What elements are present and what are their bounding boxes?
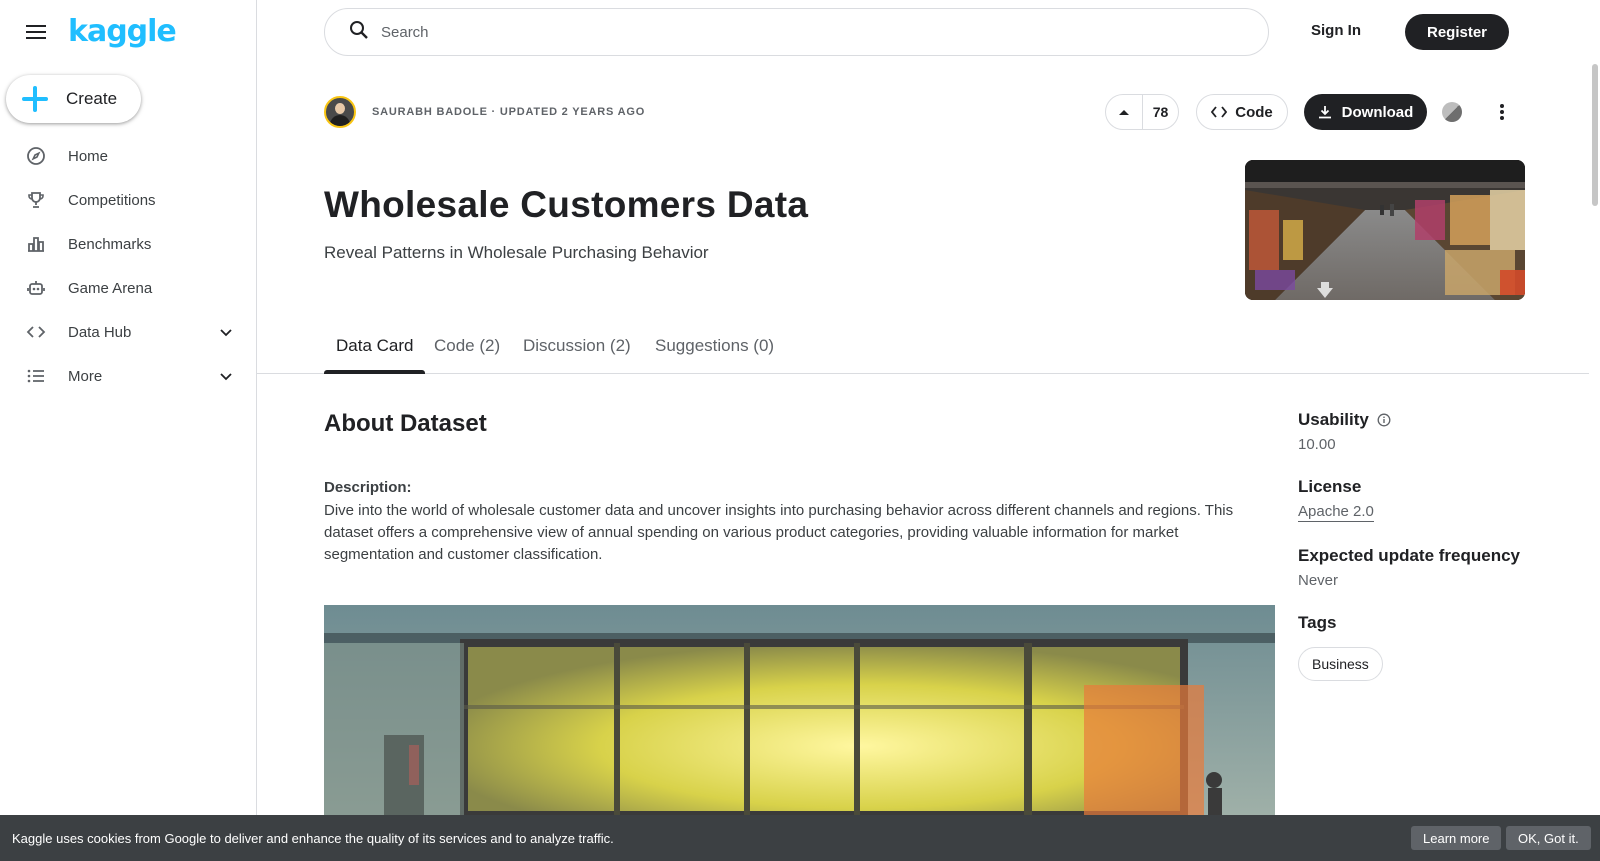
code-button[interactable]: Code: [1196, 94, 1288, 130]
sidebar-item-home[interactable]: Home: [0, 134, 256, 178]
scrollbar-thumb[interactable]: [1592, 64, 1598, 206]
tab-code[interactable]: Code (2): [422, 336, 512, 374]
code-icon: [1211, 106, 1228, 118]
tags-label: Tags: [1298, 613, 1337, 632]
chevron-down-icon[interactable]: [218, 368, 234, 384]
usability-label: Usability: [1298, 410, 1369, 429]
cookie-message: Kaggle uses cookies from Google to deliv…: [12, 830, 614, 846]
about-dataset-heading: About Dataset: [324, 410, 487, 437]
bar-chart-icon: [26, 234, 46, 254]
usability-value: 10.00: [1298, 436, 1336, 453]
description-label: Description:: [324, 479, 412, 496]
dataset-description-image: [324, 605, 1275, 815]
sidebar-item-benchmarks[interactable]: Benchmarks: [0, 222, 256, 266]
sidebar-item-label: Benchmarks: [68, 235, 152, 253]
code-button-label: Code: [1235, 103, 1273, 121]
sidebar-item-data-hub[interactable]: Data Hub: [0, 310, 256, 354]
sidebar-item-label: Competitions: [68, 191, 156, 209]
sidebar-item-label: Home: [68, 147, 109, 165]
download-button-label: Download: [1341, 103, 1414, 121]
learn-more-button[interactable]: Learn more: [1411, 826, 1502, 850]
dataset-byline: SAURABH BADOLE · UPDATED 2 YEARS AGO: [372, 106, 646, 118]
trophy-icon: [26, 190, 46, 210]
download-icon: [1318, 106, 1331, 119]
compass-icon: [26, 146, 46, 166]
sidebar-item-game-arena[interactable]: Game Arena: [0, 266, 256, 310]
sidebar-item-more[interactable]: More: [0, 354, 256, 398]
robot-icon: [26, 278, 46, 298]
dataset-tabs: Data Card Code (2) Discussion (2) Sugges…: [257, 326, 1589, 374]
tab-data-card[interactable]: Data Card: [324, 336, 426, 374]
list-icon: [26, 366, 46, 386]
kaggle-logo[interactable]: kaggle: [68, 17, 177, 47]
dataset-title: Wholesale Customers Data: [324, 184, 809, 225]
theme-toggle-icon[interactable]: [1442, 102, 1462, 122]
search-input[interactable]: [381, 23, 1201, 41]
more-vert-icon[interactable]: [1490, 100, 1514, 124]
tab-suggestions[interactable]: Suggestions (0): [643, 336, 786, 374]
search-bar[interactable]: [324, 8, 1269, 56]
chevron-down-icon[interactable]: [218, 324, 234, 340]
sidebar: kaggle Create Home Competitions Benchmar…: [0, 0, 257, 861]
dataset-subtitle: Reveal Patterns in Wholesale Purchasing …: [324, 243, 709, 262]
vote-count: 78: [1152, 104, 1169, 120]
description-text: Dive into the world of wholesale custome…: [324, 502, 1234, 563]
create-button[interactable]: Create: [6, 75, 141, 123]
update-frequency-label: Expected update frequency: [1298, 546, 1521, 565]
license-label: License: [1298, 477, 1362, 496]
sidebar-item-label: More: [68, 367, 103, 385]
sidebar-item-competitions[interactable]: Competitions: [0, 178, 256, 222]
search-icon: [349, 20, 369, 45]
caret-up-icon: [1119, 110, 1129, 115]
tab-discussion[interactable]: Discussion (2): [511, 336, 643, 374]
sidebar-item-label: Data Hub: [68, 323, 132, 341]
license-link[interactable]: Apache 2.0: [1298, 503, 1374, 522]
sidebar-header: kaggle: [24, 14, 177, 50]
plus-icon: [22, 86, 48, 112]
cookie-banner: Kaggle uses cookies from Google to deliv…: [0, 815, 1600, 861]
dataset-metadata: Usability 10.00 License Apache 2.0 Expec…: [1298, 410, 1538, 681]
upvote-button[interactable]: [1106, 95, 1143, 129]
avatar[interactable]: [324, 96, 356, 128]
download-button[interactable]: Download: [1304, 94, 1427, 130]
code-brackets-icon: [26, 322, 46, 342]
register-button[interactable]: Register: [1405, 14, 1509, 50]
tag-business[interactable]: Business: [1298, 647, 1383, 681]
sidebar-item-label: Game Arena: [68, 279, 153, 297]
sign-in-button[interactable]: Sign In: [1301, 20, 1371, 44]
hamburger-menu-icon[interactable]: [24, 20, 48, 44]
sidebar-nav: Home Competitions Benchmarks Game Arena …: [0, 134, 256, 398]
info-icon[interactable]: [1377, 413, 1391, 427]
ok-got-it-button[interactable]: OK, Got it.: [1506, 826, 1591, 850]
create-button-label: Create: [66, 89, 118, 108]
vote-widget: 78: [1105, 94, 1179, 130]
update-frequency-value: Never: [1298, 572, 1339, 589]
dataset-cover-image: [1245, 160, 1525, 300]
